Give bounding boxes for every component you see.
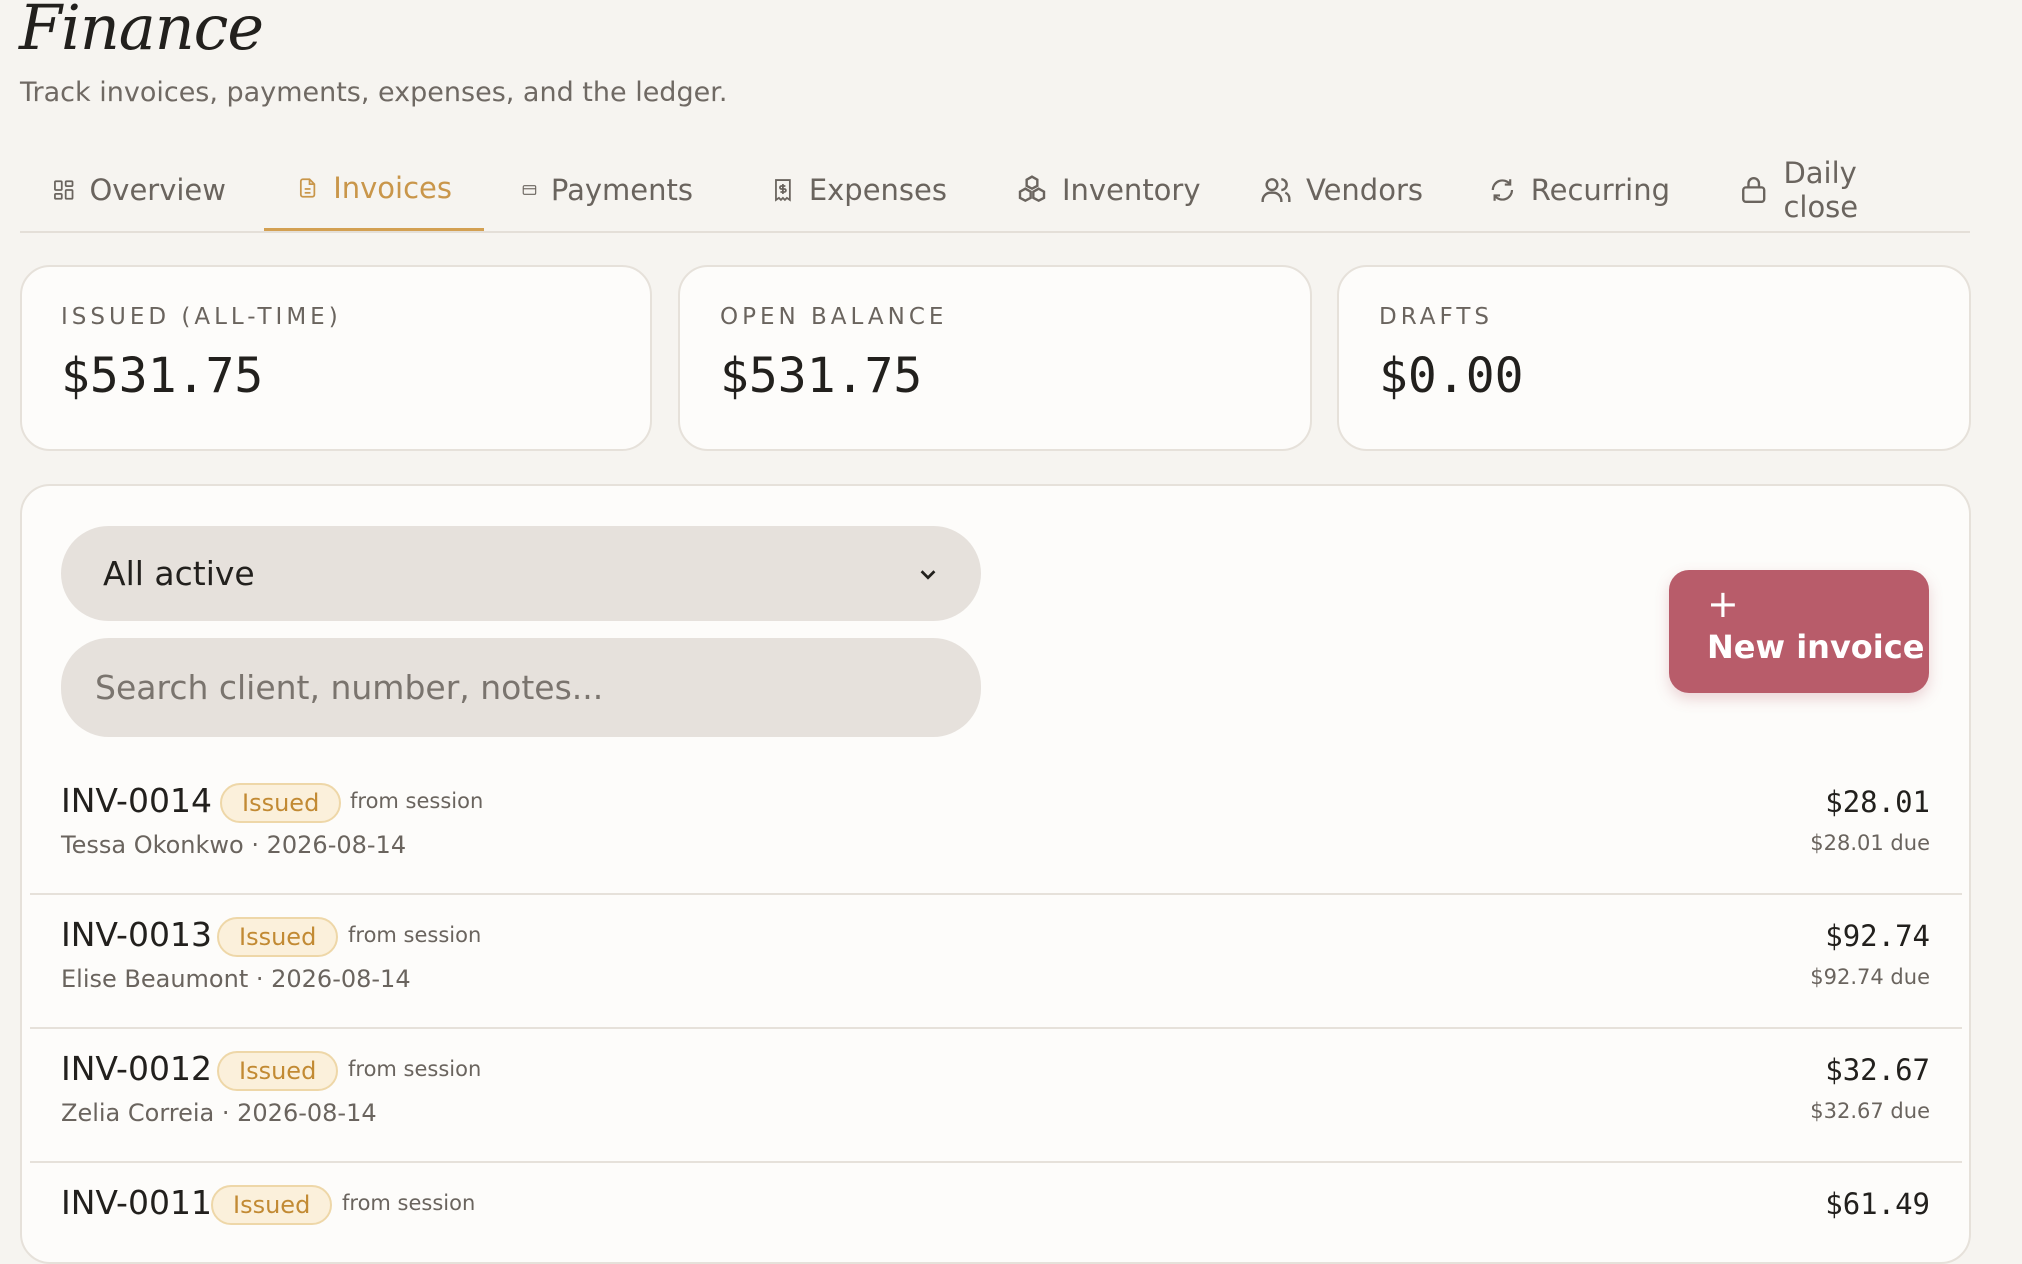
invoice-source: from session <box>350 789 484 813</box>
invoice-amount: $28.01 <box>1825 785 1930 819</box>
invoice-meta: Elise Beaumont · 2026-08-14 <box>61 965 411 993</box>
status-filter-value: All active <box>103 554 255 593</box>
invoice-number: INV-0012 <box>61 1049 212 1088</box>
stat-label: ISSUED (ALL-TIME) <box>61 304 342 330</box>
invoice-row[interactable]: INV-0012 Issued from session Zelia Corre… <box>30 1029 1962 1163</box>
document-icon <box>299 178 316 198</box>
invoice-row[interactable]: INV-0013 Issued from session Elise Beaum… <box>30 895 1962 1029</box>
stat-label: OPEN BALANCE <box>720 304 948 330</box>
tab-label: Overview <box>89 172 226 207</box>
new-invoice-button[interactable]: + New invoice <box>1669 570 1929 693</box>
tab-inventory[interactable]: Inventory <box>984 148 1234 231</box>
users-icon <box>1261 177 1291 202</box>
stat-label: DRAFTS <box>1379 304 1493 330</box>
tab-bar: Overview Invoices Payments Expenses Inve… <box>20 148 1970 233</box>
dashboard-icon <box>54 179 74 200</box>
status-badge: Issued <box>220 783 342 823</box>
plus-icon: + <box>1707 582 1739 626</box>
tab-label: Expenses <box>808 172 947 207</box>
tab-payments[interactable]: Payments <box>490 148 725 231</box>
invoice-number: INV-0014 <box>61 781 212 820</box>
chevron-down-icon <box>920 569 936 580</box>
page-subtitle: Track invoices, payments, expenses, and … <box>20 77 728 108</box>
boxes-icon <box>1018 174 1046 202</box>
search-input[interactable] <box>61 638 981 737</box>
invoice-meta: Zelia Correia · 2026-08-14 <box>61 1099 377 1127</box>
tab-label: Daily close <box>1783 155 1859 224</box>
tab-label: Invoices <box>333 171 452 205</box>
invoice-source: from session <box>348 923 482 947</box>
invoice-number: INV-0011 <box>61 1183 212 1222</box>
status-badge: Issued <box>217 1051 339 1091</box>
invoice-due: $28.01 due <box>1810 831 1930 855</box>
tab-label: Payments <box>550 172 693 207</box>
stat-value: $0.00 <box>1379 348 1524 404</box>
tab-vendors[interactable]: Vendors <box>1228 148 1458 231</box>
tab-overview[interactable]: Overview <box>20 148 258 231</box>
invoice-amount: $92.74 <box>1825 919 1930 953</box>
invoice-row[interactable]: INV-0014 Issued from session Tessa Okonk… <box>30 761 1962 895</box>
tab-invoices[interactable]: Invoices <box>264 148 484 231</box>
tab-label: Inventory <box>1062 172 1201 207</box>
new-invoice-label: New invoice <box>1707 628 1925 666</box>
invoice-source: from session <box>342 1191 476 1215</box>
tab-label: Recurring <box>1530 172 1670 207</box>
invoice-source: from session <box>348 1057 482 1081</box>
invoice-due: $92.74 due <box>1810 965 1930 989</box>
invoice-row[interactable]: INV-0011 Issued from session $61.49 <box>30 1163 1962 1225</box>
status-filter-select[interactable]: All active <box>61 526 981 621</box>
invoice-number: INV-0013 <box>61 915 212 954</box>
tab-label: Vendors <box>1306 172 1423 207</box>
page-title: Finance <box>19 0 264 64</box>
status-badge: Issued <box>211 1185 333 1225</box>
invoice-amount: $61.49 <box>1825 1187 1930 1221</box>
tab-expenses[interactable]: Expenses <box>739 148 979 231</box>
stat-value: $531.75 <box>61 348 264 404</box>
invoice-due: $32.67 due <box>1810 1099 1930 1123</box>
tab-daily-close[interactable]: Daily close <box>1706 148 1970 231</box>
receipt-icon <box>775 178 791 202</box>
status-badge: Issued <box>217 917 339 957</box>
lock-icon <box>1742 176 1766 203</box>
credit-card-icon <box>522 184 537 195</box>
stat-value: $531.75 <box>720 348 923 404</box>
tab-recurring[interactable]: Recurring <box>1456 148 1702 231</box>
refresh-icon <box>1491 178 1514 201</box>
invoice-amount: $32.67 <box>1825 1053 1930 1087</box>
invoice-meta: Tessa Okonkwo · 2026-08-14 <box>61 831 407 859</box>
